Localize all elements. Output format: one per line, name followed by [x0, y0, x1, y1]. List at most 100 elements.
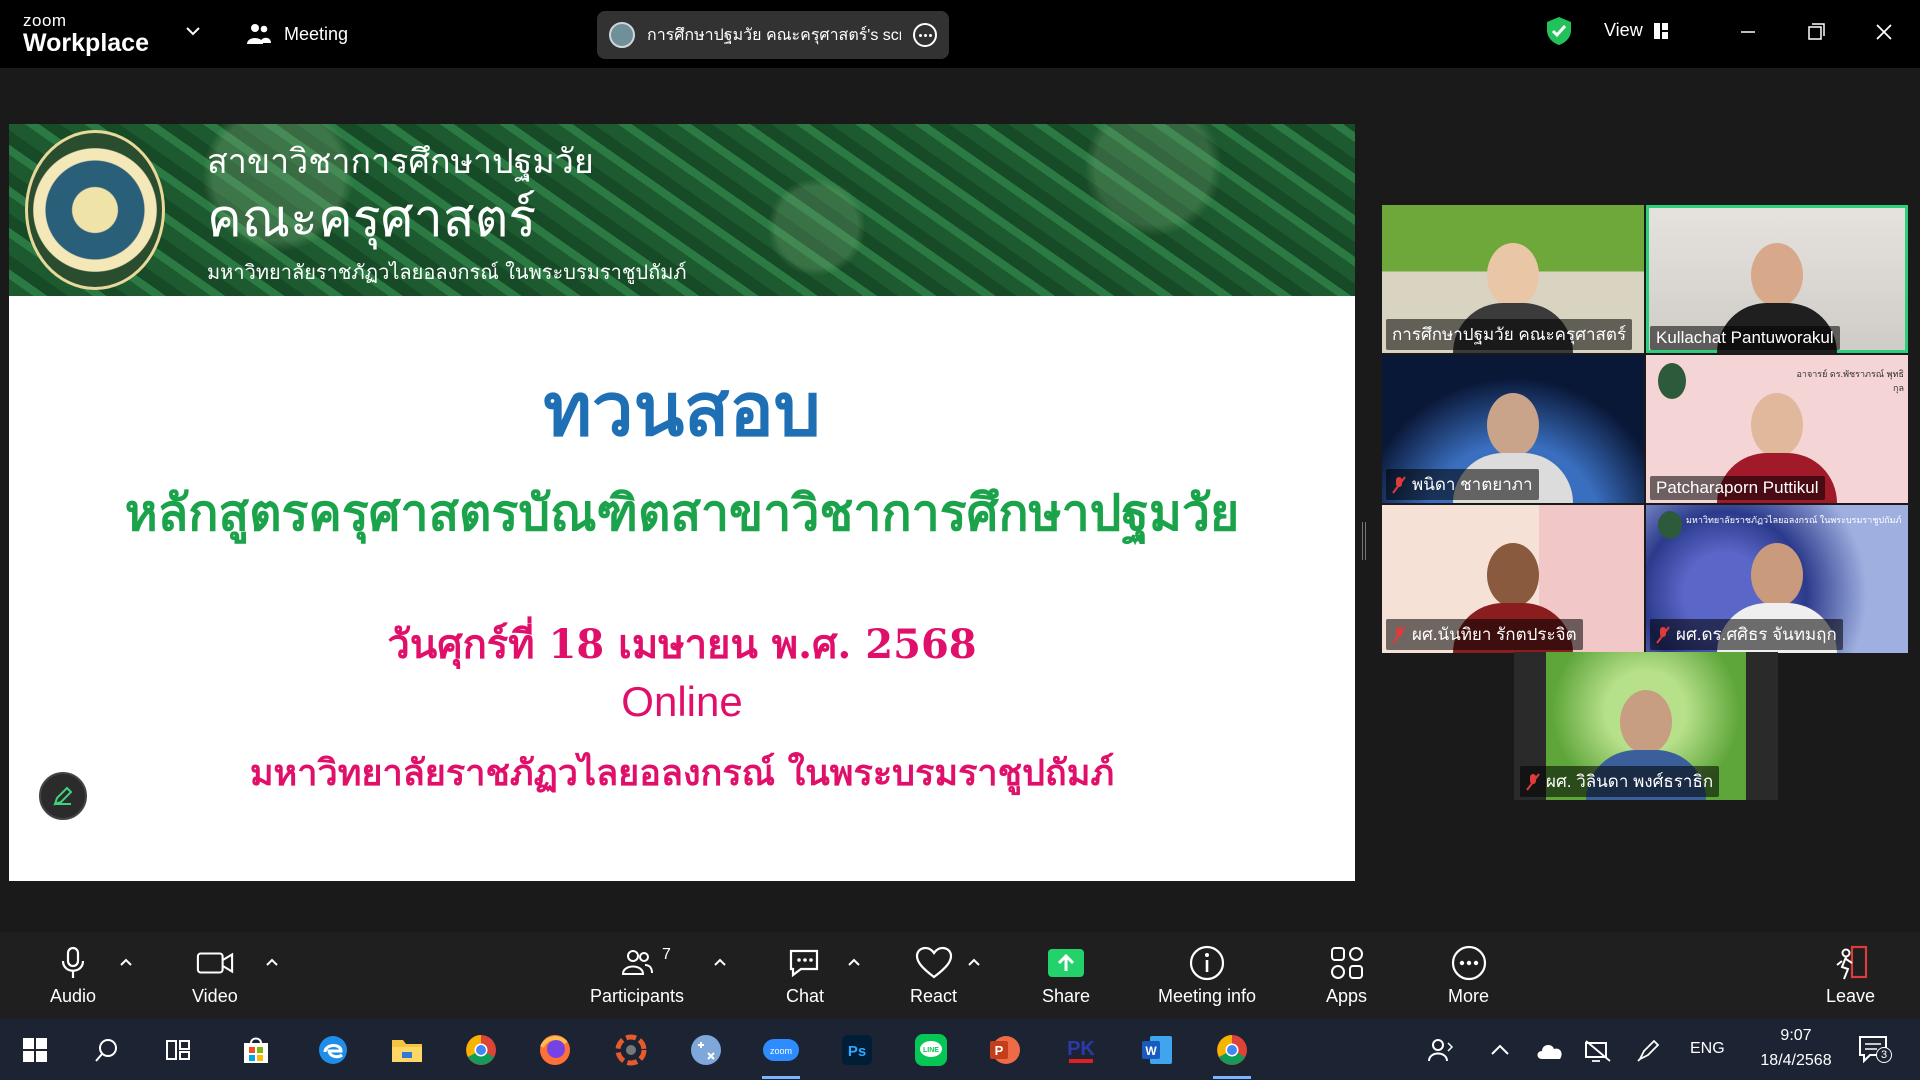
chrome-button[interactable] [458, 1027, 504, 1073]
chat-button[interactable]: Chat [786, 932, 824, 1019]
more-options-icon[interactable] [913, 23, 937, 47]
people-tray-icon[interactable] [1428, 1037, 1454, 1063]
participant-tile[interactable]: ผศ. วิลินดา พงศ์ธราธิก [1514, 652, 1778, 800]
word-button[interactable]: W [1134, 1027, 1180, 1073]
slide-header-line3: มหาวิทยาลัยราชภัฏวไลยอลงกรณ์ ในพระบรมราช… [207, 260, 687, 284]
network-icon[interactable] [1584, 1039, 1612, 1063]
view-button[interactable]: View [1604, 20, 1669, 41]
background-card-text: อาจารย์ ดร.พัชราภรณ์ พุทธิกุล [1796, 369, 1904, 393]
photoscape-icon [615, 1034, 647, 1066]
chrome-icon [1217, 1035, 1247, 1065]
task-view-icon [166, 1040, 190, 1060]
meeting-info-button[interactable]: Meeting info [1158, 932, 1256, 1019]
restore-icon[interactable] [1796, 14, 1836, 50]
video-button[interactable]: Video [192, 932, 238, 1019]
video-camera-icon [196, 952, 234, 974]
screen-share-pill[interactable]: การศึกษาปฐมวัย คณะครุศาสตร์'s scre [597, 11, 949, 59]
participant-tile-active[interactable]: Kullachat Pantuworakul [1646, 205, 1908, 353]
participants-icon [622, 950, 654, 975]
apps-icon [1330, 947, 1363, 979]
slide-course: หลักสูตรครุศาสตรบัณฑิตสาขาวิชาการศึกษาปฐ… [124, 483, 1240, 542]
participant-tile[interactable]: พนิดา ชาตยาภา [1382, 355, 1644, 503]
chevron-down-icon[interactable] [184, 22, 202, 40]
background-banner-text: มหาวิทยาลัยราชภัฏวไลยอลงกรณ์ ในพระบรมราช… [1686, 515, 1902, 525]
math-app-button[interactable] [683, 1027, 729, 1073]
edge-button[interactable] [310, 1027, 356, 1073]
participants-button[interactable]: 7 Participants [590, 932, 684, 1019]
leave-icon [1835, 945, 1867, 980]
zoom-brand[interactable]: zoom Workplace [23, 12, 149, 56]
chrome-icon [466, 1035, 496, 1065]
word-icon: W [1142, 1036, 1172, 1064]
apps-button[interactable]: Apps [1326, 932, 1367, 1019]
info-icon [1189, 945, 1225, 981]
view-label: View [1604, 20, 1643, 40]
video-options-caret-icon[interactable] [264, 956, 280, 968]
participant-tile[interactable]: มหาวิทยาลัยราชภัฏวไลยอลงกรณ์ ในพระบรมราช… [1646, 505, 1908, 653]
participant-name: ผศ.นันทิยา รักตประจิต [1386, 619, 1583, 650]
sharer-logo-icon [609, 22, 635, 48]
react-button[interactable]: React [910, 932, 957, 1019]
participant-name: Kullachat Pantuworakul [1650, 326, 1840, 350]
audio-options-caret-icon[interactable] [118, 956, 134, 968]
clock-date[interactable]: 18/4/2568 [1750, 1052, 1842, 1070]
search-button[interactable] [84, 1027, 130, 1073]
line-icon: LINE [915, 1034, 947, 1066]
meeting-label: Meeting [284, 23, 349, 44]
svg-text:PK: PK [1067, 1038, 1095, 1060]
chrome-profile-button[interactable] [1209, 1027, 1255, 1079]
participant-tile[interactable]: การศึกษาปฐมวัย คณะครุศาสตร์ [1382, 205, 1644, 353]
pk-logo-icon: PK [1067, 1038, 1095, 1063]
slide-university: มหาวิทยาลัยราชภัฏวไลยอลงกรณ์ ในพระบรมราช… [249, 752, 1115, 794]
participant-name: พนิดา ชาตยาภา [1386, 469, 1539, 500]
participants-count: 7 [662, 946, 671, 963]
more-button[interactable]: More [1448, 932, 1489, 1019]
clock-time[interactable]: 9:07 [1758, 1027, 1834, 1045]
notification-count-badge: 3 [1876, 1047, 1892, 1063]
leave-button[interactable]: Leave [1826, 932, 1875, 1019]
windows-logo-icon [23, 1038, 47, 1062]
slide-header: สาขาวิชาการศึกษาปฐมวัย คณะครุศาสตร์ มหาว… [9, 124, 1355, 296]
chevron-up-icon[interactable] [1490, 1043, 1510, 1057]
pk-app-button[interactable]: PK [1058, 1027, 1104, 1073]
task-view-button[interactable] [156, 1027, 202, 1073]
pen-tray-icon[interactable] [1636, 1039, 1660, 1063]
zoom-taskbar-button[interactable]: zoom [758, 1027, 804, 1079]
close-icon[interactable] [1864, 14, 1904, 50]
microsoft-store-button[interactable] [233, 1027, 279, 1073]
shield-check-icon[interactable] [1546, 16, 1572, 46]
react-options-caret-icon[interactable] [966, 956, 982, 968]
participant-tile[interactable]: อาจารย์ ดร.พัชราภรณ์ พุทธิกุล Patcharapo… [1646, 355, 1908, 503]
notification-center-button[interactable]: 3 [1858, 1035, 1892, 1065]
mic-off-icon [1392, 475, 1406, 494]
photoshop-button[interactable]: Ps [834, 1027, 880, 1073]
annotate-button[interactable] [39, 772, 87, 820]
pencil-icon [53, 786, 73, 806]
brand-line2: Workplace [23, 29, 149, 57]
audio-button[interactable]: Audio [50, 932, 96, 1019]
search-icon [95, 1039, 117, 1062]
minimize-icon[interactable] [1728, 14, 1768, 50]
slide-header-line2: คณะครุศาสตร์ [207, 189, 537, 249]
chat-options-caret-icon[interactable] [846, 956, 862, 968]
file-explorer-button[interactable] [384, 1027, 430, 1073]
start-button[interactable] [12, 1027, 58, 1073]
language-indicator[interactable]: ENG [1690, 1040, 1725, 1058]
cloud-icon[interactable] [1536, 1041, 1566, 1061]
people-icon [247, 24, 271, 44]
share-button[interactable]: Share [1042, 932, 1090, 1019]
microphone-icon [61, 946, 85, 978]
windows-taskbar: zoom Ps LINE P PK W ENG 9:07 18/4/2568 3 [0, 1019, 1920, 1080]
panel-splitter[interactable] [1362, 522, 1366, 560]
participant-tile[interactable]: ผศ.นันทิยา รักตประจิต [1382, 505, 1644, 653]
powerpoint-button[interactable]: P [982, 1027, 1028, 1073]
participant-name: การศึกษาปฐมวัย คณะครุศาสตร์ [1386, 319, 1633, 350]
store-icon [244, 1037, 268, 1063]
meeting-tag[interactable]: Meeting [246, 20, 348, 48]
zoom-icon: zoom [763, 1039, 799, 1061]
firefox-button[interactable] [532, 1027, 578, 1073]
slide-date: วันศุกร์ที่ 18 เมษายน พ.ศ. 2568 [387, 621, 977, 668]
line-button[interactable]: LINE [908, 1027, 954, 1073]
participants-options-caret-icon[interactable] [712, 956, 728, 968]
photoscape-button[interactable] [608, 1027, 654, 1073]
